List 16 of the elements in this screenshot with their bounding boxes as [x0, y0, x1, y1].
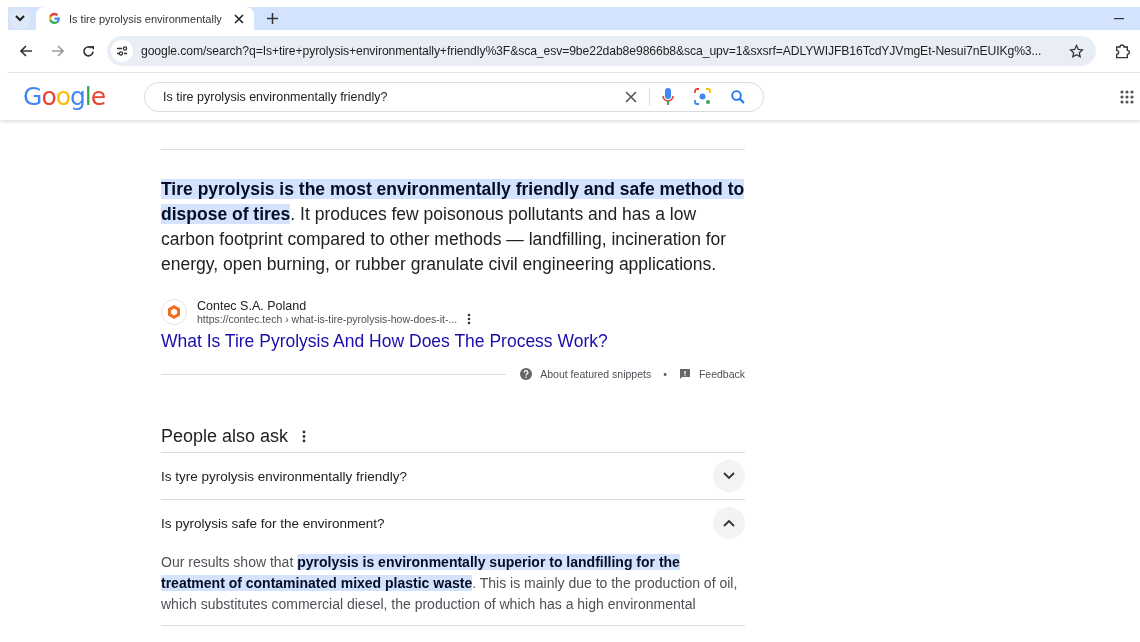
section-heading: People also ask [161, 425, 289, 447]
browser-tab[interactable]: Is tire pyrolysis environmentally [36, 7, 254, 30]
question-row[interactable]: Is pyrolysis safe for the environment? [161, 500, 745, 546]
featured-snippet-text: Tire pyrolysis is the most environmentally friendly and safe method to dispose of tires. It produces few poisonous pollutants and has a low carbon footprint compared to other methods — landfilling, incineration for energy, open burning, or rubber granulate civil engineering applications. [161, 178, 745, 276]
source-url: https://contec.tech › what-is-tire-pyrolysis-how-does-it-... [197, 313, 458, 325]
source-name: Contec S.A. Poland [197, 299, 308, 313]
feedback-link[interactable]: Feedback [698, 368, 745, 380]
result-link[interactable]: What Is Tire Pyrolysis And How Does The Process Work? [161, 331, 745, 352]
address-bar[interactable]: google.com/search?q=Is+tire+pyrolysis+environmentally+friendly%3F&sca_esv=9be22dab8e9866b8&sca_upv=1&sxsrf=ADLYWIJFB16TcdYJVmgEt-Nesui7nEUIKg%3... [107, 36, 1096, 66]
about-snippets-link[interactable]: About featured snippets [540, 368, 652, 380]
separator-dot: • [663, 368, 667, 380]
url-text: google.com/search?q=Is+tire+pyrolysis+environmentally+friendly%3F&sca_esv=9be22dab8e9866b8&sca_upv=1&sxsrf=ADLYWIJFB16TcdYJVmgEt-Nesui7nEUIKg%3... [141, 44, 1043, 58]
google-logo[interactable]: Google [23, 82, 144, 111]
answer-text: Our results show that pyrolysis is environmentally superior to landfilling for the treatment of contaminated mixed plastic waste. This is mainly due to the production of oil, which substitutes commercial diesel, the production of which has a high environmental [161, 553, 739, 614]
tab-title: Is tire pyrolysis environmentally [69, 12, 223, 25]
question-row[interactable]: Is tyre pyrolysis environmentally friendly? [161, 453, 745, 499]
